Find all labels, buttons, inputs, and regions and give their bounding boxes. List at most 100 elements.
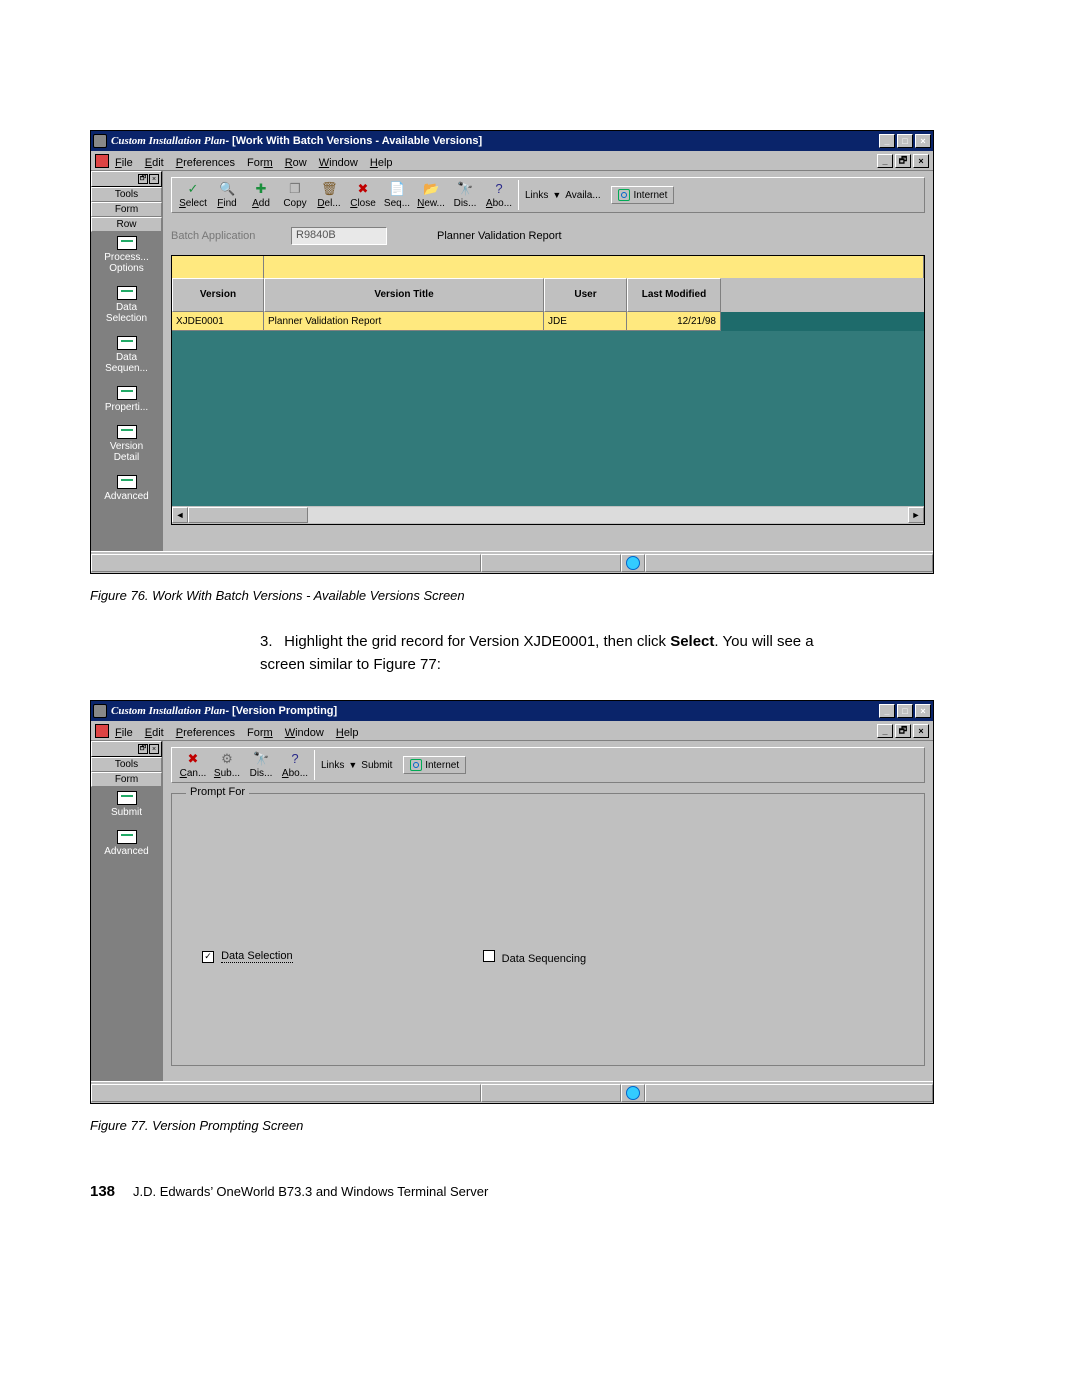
menu-row[interactable]: Row (285, 157, 307, 169)
copy-icon: ❐ (287, 181, 303, 197)
title-sub: - [Version Prompting] (225, 706, 337, 717)
dis-button[interactable]: 🔭Dis... (448, 181, 482, 209)
mdi-minimize-button[interactable]: _ (877, 154, 893, 168)
about-button[interactable]: ?Abo... (278, 751, 312, 779)
mdi-restore-button[interactable]: 🗗 (895, 154, 911, 168)
chevron-down-icon[interactable]: ▼ (348, 760, 357, 770)
menu-window[interactable]: Window (285, 727, 324, 739)
data-sequencing-checkbox[interactable]: Data Sequencing (483, 950, 586, 965)
side-tab-tools[interactable]: Tools (91, 757, 162, 772)
data-selection-checkbox[interactable]: ✓ Data Selection (202, 950, 293, 965)
scroll-thumb[interactable] (188, 507, 308, 523)
internet-button[interactable]: Internet (611, 186, 674, 204)
scroll-right-icon[interactable]: ► (908, 507, 924, 523)
col-user-header[interactable]: User (544, 278, 627, 312)
menu-preferences[interactable]: Preferences (176, 157, 235, 169)
close-icon: ✖ (355, 181, 371, 197)
side-close-icon[interactable]: × (149, 174, 159, 184)
about-button[interactable]: ?Abo... (482, 181, 516, 209)
col-last-modified-header[interactable]: Last Modified (627, 278, 721, 312)
about-icon: ? (491, 181, 507, 197)
side-tab-form[interactable]: Form (91, 202, 162, 217)
col-version-header[interactable]: Version (172, 278, 264, 312)
select-button[interactable]: ✓Select (176, 181, 210, 209)
menu-form[interactable]: Form (247, 157, 273, 169)
step-number: 3. (260, 631, 280, 654)
menu-edit[interactable]: Edit (145, 157, 164, 169)
minimize-button[interactable]: _ (879, 704, 895, 718)
scroll-left-icon[interactable]: ◄ (172, 507, 188, 523)
titlebar[interactable]: Custom Installation Plan - [Version Prom… (91, 701, 933, 721)
menu-edit[interactable]: Edit (145, 727, 164, 739)
horizontal-scrollbar[interactable]: ◄ ► (172, 506, 924, 524)
submit-button[interactable]: ⚙Sub... (210, 751, 244, 779)
minimize-button[interactable]: _ (879, 134, 895, 148)
links-dropdown-value[interactable]: Availa... (565, 190, 600, 201)
mdi-close-button[interactable]: × (913, 724, 929, 738)
side-tab-tools[interactable]: Tools (91, 187, 162, 202)
batch-app-field[interactable]: R9840B (291, 227, 387, 245)
menu-help[interactable]: Help (336, 727, 359, 739)
mdi-icon (95, 724, 109, 738)
close-button[interactable]: ✖Close (346, 181, 380, 209)
new-icon: 📂 (423, 181, 439, 197)
sidebar-item-icon (117, 236, 137, 250)
close-button[interactable]: × (915, 704, 931, 718)
menu-file[interactable]: File (115, 727, 133, 739)
sidebar-item[interactable]: DataSelection (91, 282, 162, 332)
mdi-close-button[interactable]: × (913, 154, 929, 168)
submit-label: Sub... (210, 768, 244, 779)
sidebar-item[interactable]: Process...Options (91, 232, 162, 282)
side-tab-row[interactable]: Row (91, 217, 162, 232)
dis-button[interactable]: 🔭Dis... (244, 751, 278, 779)
toolbar-divider (518, 180, 519, 210)
add-button[interactable]: ✚Add (244, 181, 278, 209)
side-restore-icon[interactable]: 🗗 (138, 744, 148, 754)
cancel-button[interactable]: ✖Can... (176, 751, 210, 779)
mdi-restore-button[interactable]: 🗗 (895, 724, 911, 738)
links-dropdown-value[interactable]: Submit (361, 760, 392, 771)
side-close-icon[interactable]: × (149, 744, 159, 754)
sidebar-item[interactable]: VersionDetail (91, 421, 162, 471)
delete-button[interactable]: 🗑Del... (312, 181, 346, 209)
mdi-minimize-button[interactable]: _ (877, 724, 893, 738)
menu-file[interactable]: File (115, 157, 133, 169)
sidebar-item[interactable]: Properti... (91, 382, 162, 421)
maximize-button[interactable]: □ (897, 134, 913, 148)
menu-preferences[interactable]: Preferences (176, 727, 235, 739)
find-label: Find (210, 198, 244, 209)
side-panel-header: 🗗 × (91, 741, 162, 757)
col-version-title-header[interactable]: Version Title (264, 278, 544, 312)
table-row[interactable]: XJDE0001 Planner Validation Report JDE 1… (172, 312, 924, 331)
find-button[interactable]: 🔍Find (210, 181, 244, 209)
maximize-button[interactable]: □ (897, 704, 913, 718)
side-panel-header: 🗗 × (91, 171, 162, 187)
sidebar-item-label: Advanced (91, 846, 162, 857)
sidebar-item[interactable]: DataSequen... (91, 332, 162, 382)
seq-button[interactable]: 📄Seq... (380, 181, 414, 209)
menu-form[interactable]: Form (247, 727, 273, 739)
sidebar-item[interactable]: Submit (91, 787, 162, 826)
titlebar[interactable]: Custom Installation Plan - [Work With Ba… (91, 131, 933, 151)
delete-label: Del... (312, 198, 346, 209)
sidebar-item[interactable]: Advanced (91, 471, 162, 510)
sidebar-item[interactable]: Advanced (91, 826, 162, 865)
chevron-down-icon[interactable]: ▼ (552, 190, 561, 200)
app-icon (93, 704, 107, 718)
dis-label: Dis... (448, 198, 482, 209)
new-button[interactable]: 📂New... (414, 181, 448, 209)
menu-window[interactable]: Window (319, 157, 358, 169)
statusbar (91, 551, 933, 573)
sidebar-item-label: DataSequen... (91, 352, 162, 374)
sidebar-item-label: Submit (91, 807, 162, 818)
title-app: Custom Installation Plan (111, 706, 225, 717)
side-restore-icon[interactable]: 🗗 (138, 174, 148, 184)
sidebar-item-label: Process...Options (91, 252, 162, 274)
close-button[interactable]: × (915, 134, 931, 148)
side-tab-form[interactable]: Form (91, 772, 162, 787)
internet-button[interactable]: Internet (403, 756, 466, 774)
copy-button[interactable]: ❐Copy (278, 181, 312, 209)
menu-help[interactable]: Help (370, 157, 393, 169)
cell-version: XJDE0001 (172, 312, 264, 331)
about-label: Abo... (278, 768, 312, 779)
